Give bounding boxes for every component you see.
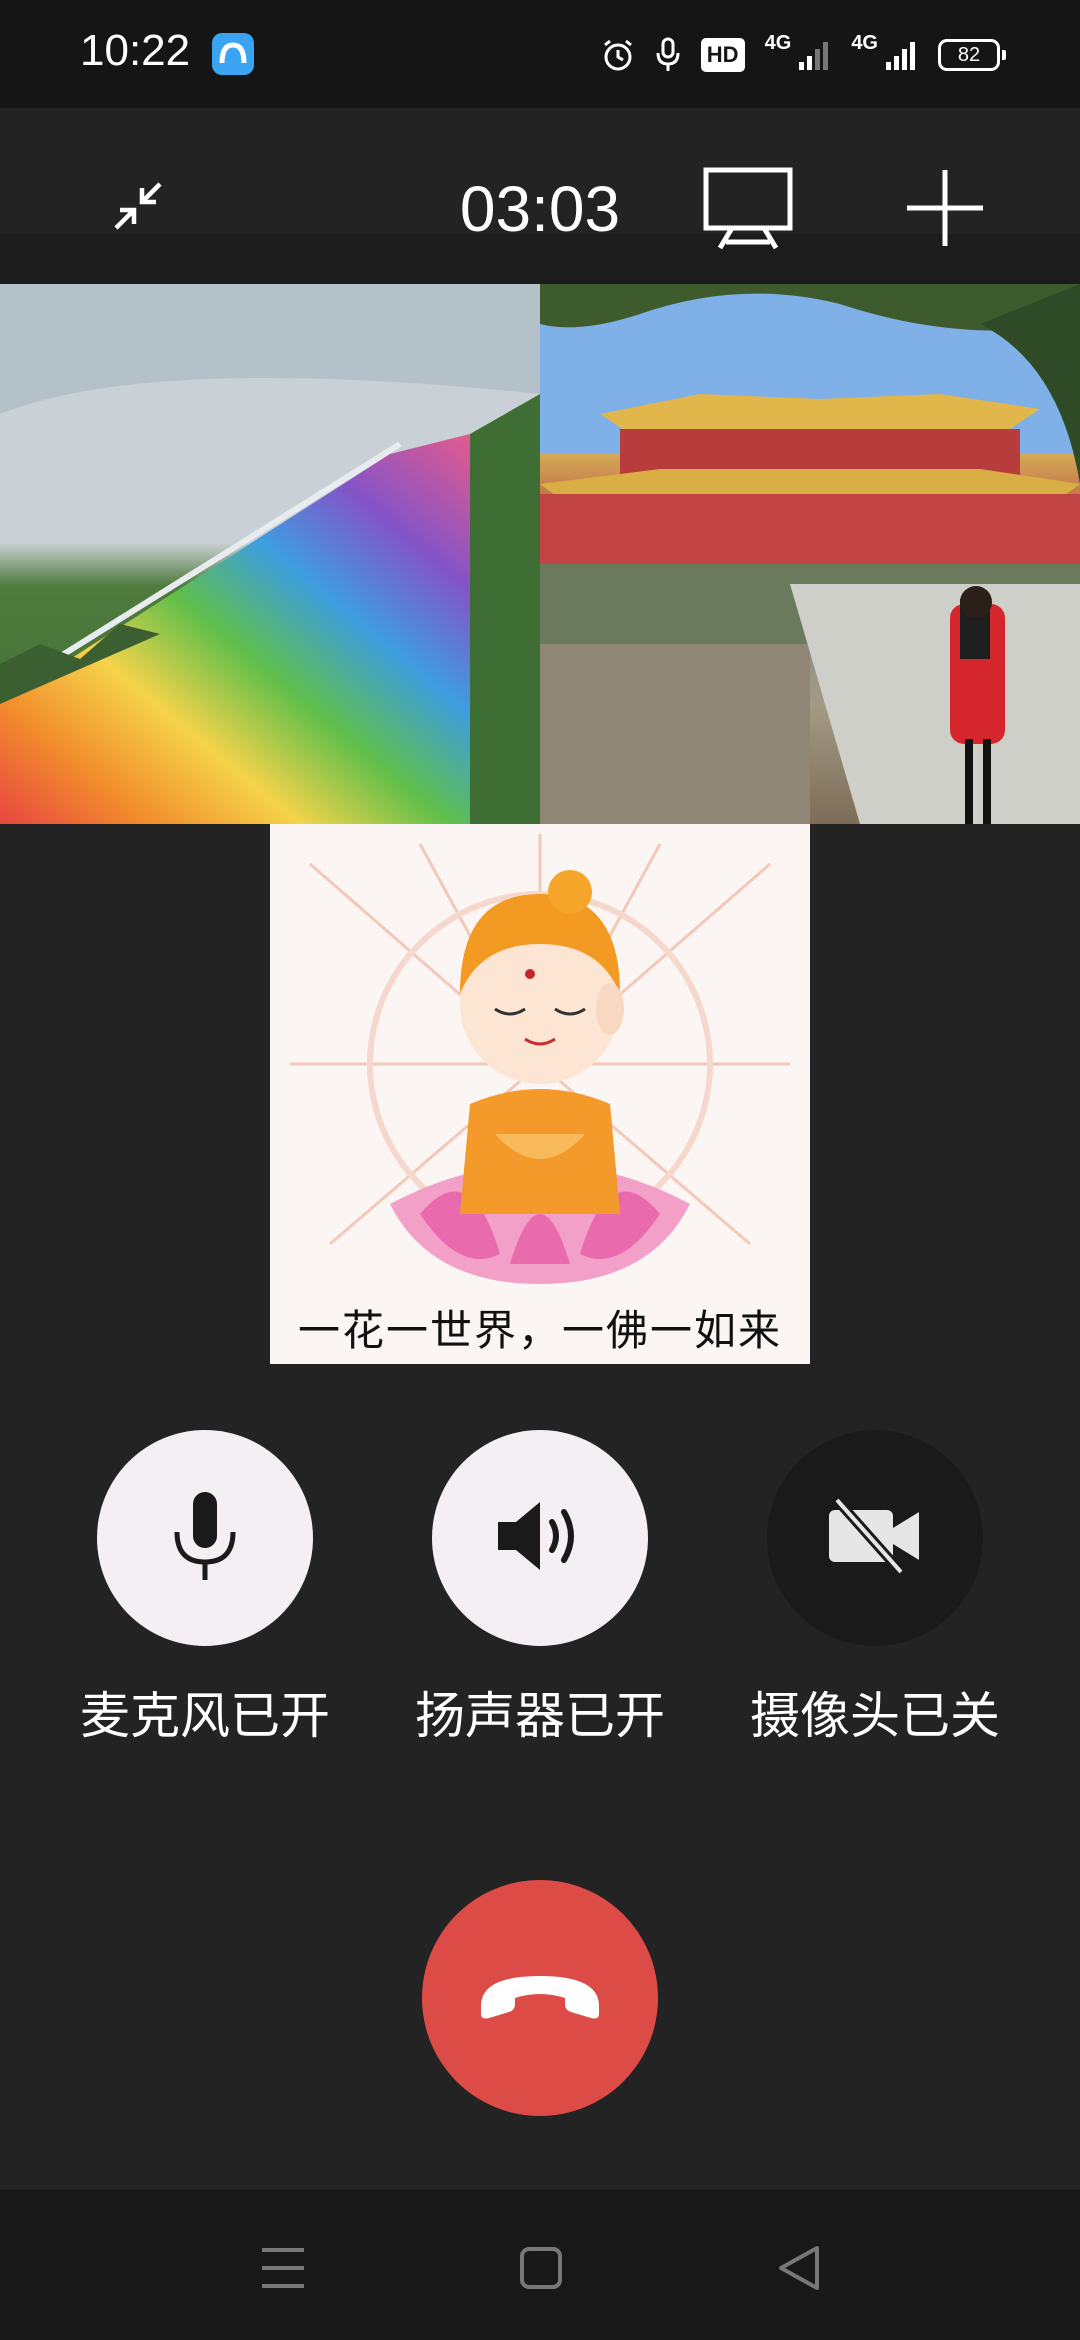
call-timer: 03:03 bbox=[459, 173, 621, 245]
participant-rainbow-slide[interactable] bbox=[0, 284, 540, 824]
speaker-icon bbox=[494, 1496, 586, 1581]
speaker-label: 扬声器已开 bbox=[415, 1688, 665, 1744]
camera-off-icon bbox=[825, 1496, 925, 1581]
phone-hangup-icon bbox=[475, 1966, 605, 2031]
mic-label: 麦克风已开 bbox=[80, 1688, 330, 1744]
add-participant-button[interactable] bbox=[900, 165, 990, 255]
battery-indicator: 82 bbox=[938, 39, 1006, 71]
buddha-caption: 一花一世界，一佛一如来 bbox=[297, 1306, 782, 1355]
home-icon bbox=[519, 2246, 563, 2295]
status-bar: 10:22 HD 4G 4G 82 bbox=[0, 0, 1080, 108]
mic-control: 麦克风已开 bbox=[80, 1430, 330, 1748]
navigation-bar bbox=[0, 2190, 1080, 2340]
camera-control: 摄像头已关 bbox=[750, 1430, 1000, 1748]
alarm-icon bbox=[601, 38, 635, 72]
temple-photo-image bbox=[540, 284, 1080, 824]
back-button[interactable] bbox=[769, 2240, 829, 2300]
speaker-control: 扬声器已开 bbox=[415, 1430, 665, 1748]
back-icon bbox=[777, 2244, 821, 2297]
add-icon bbox=[904, 167, 986, 254]
status-icons: HD 4G 4G 82 bbox=[601, 30, 1006, 80]
signal-icon-1 bbox=[797, 38, 831, 72]
camera-label: 摄像头已关 bbox=[750, 1688, 1000, 1744]
network-label-1: 4G bbox=[764, 32, 792, 54]
hang-up-button[interactable] bbox=[422, 1880, 658, 2116]
home-button[interactable] bbox=[511, 2240, 571, 2300]
video-call-screen: 10:22 HD 4G 4G 82 03:03 一花一世界，一佛一如来 麦克风已… bbox=[0, 0, 1080, 2340]
microphone-icon bbox=[169, 1488, 241, 1589]
network-label-2: 4G bbox=[851, 32, 878, 54]
minimize-button[interactable] bbox=[100, 170, 176, 246]
minimize-icon bbox=[108, 176, 168, 241]
menu-icon bbox=[260, 2246, 306, 2295]
camera-toggle-button[interactable] bbox=[767, 1430, 983, 1646]
mic-toggle-button[interactable] bbox=[97, 1430, 313, 1646]
rainbow-slide-image bbox=[0, 284, 540, 824]
speaker-toggle-button[interactable] bbox=[432, 1430, 648, 1646]
screen-share-button[interactable] bbox=[700, 165, 796, 255]
buddha-illustration bbox=[290, 834, 790, 1284]
app-notification-icon bbox=[212, 33, 254, 75]
hd-voice-icon: HD bbox=[700, 38, 745, 72]
microphone-status-icon bbox=[655, 37, 681, 73]
signal-icon-2 bbox=[884, 38, 918, 72]
participant-temple-photo[interactable] bbox=[540, 284, 1080, 824]
recent-apps-button[interactable] bbox=[253, 2240, 313, 2300]
participant-buddha-image[interactable]: 一花一世界，一佛一如来 bbox=[270, 824, 810, 1364]
status-time: 10:22 bbox=[80, 26, 191, 75]
screen-share-icon bbox=[702, 164, 794, 257]
